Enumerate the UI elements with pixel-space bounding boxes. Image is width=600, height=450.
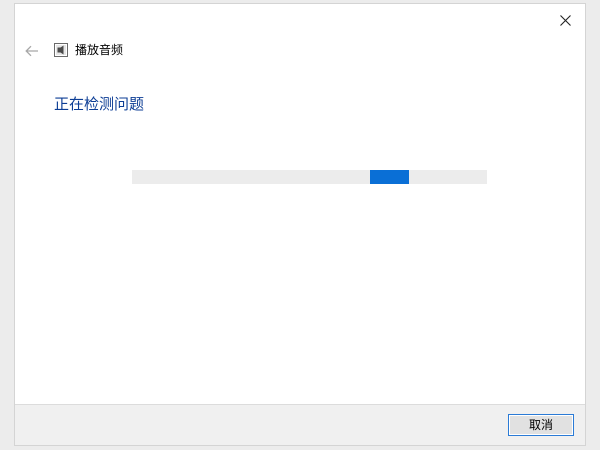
close-icon (559, 14, 571, 26)
close-button[interactable] (551, 7, 579, 33)
page-heading: 正在检测问题 (54, 95, 145, 113)
progress-indicator (370, 170, 409, 184)
troubleshooter-window: 播放音频 正在检测问题 取消 (14, 3, 586, 446)
speaker-troubleshooter-icon (54, 43, 68, 57)
back-arrow-icon (25, 45, 38, 57)
app-title: 播放音频 (75, 43, 124, 57)
back-button[interactable] (21, 40, 43, 62)
progress-bar (132, 170, 487, 184)
footer-bar: 取消 (15, 404, 585, 445)
cancel-button[interactable]: 取消 (508, 414, 574, 436)
